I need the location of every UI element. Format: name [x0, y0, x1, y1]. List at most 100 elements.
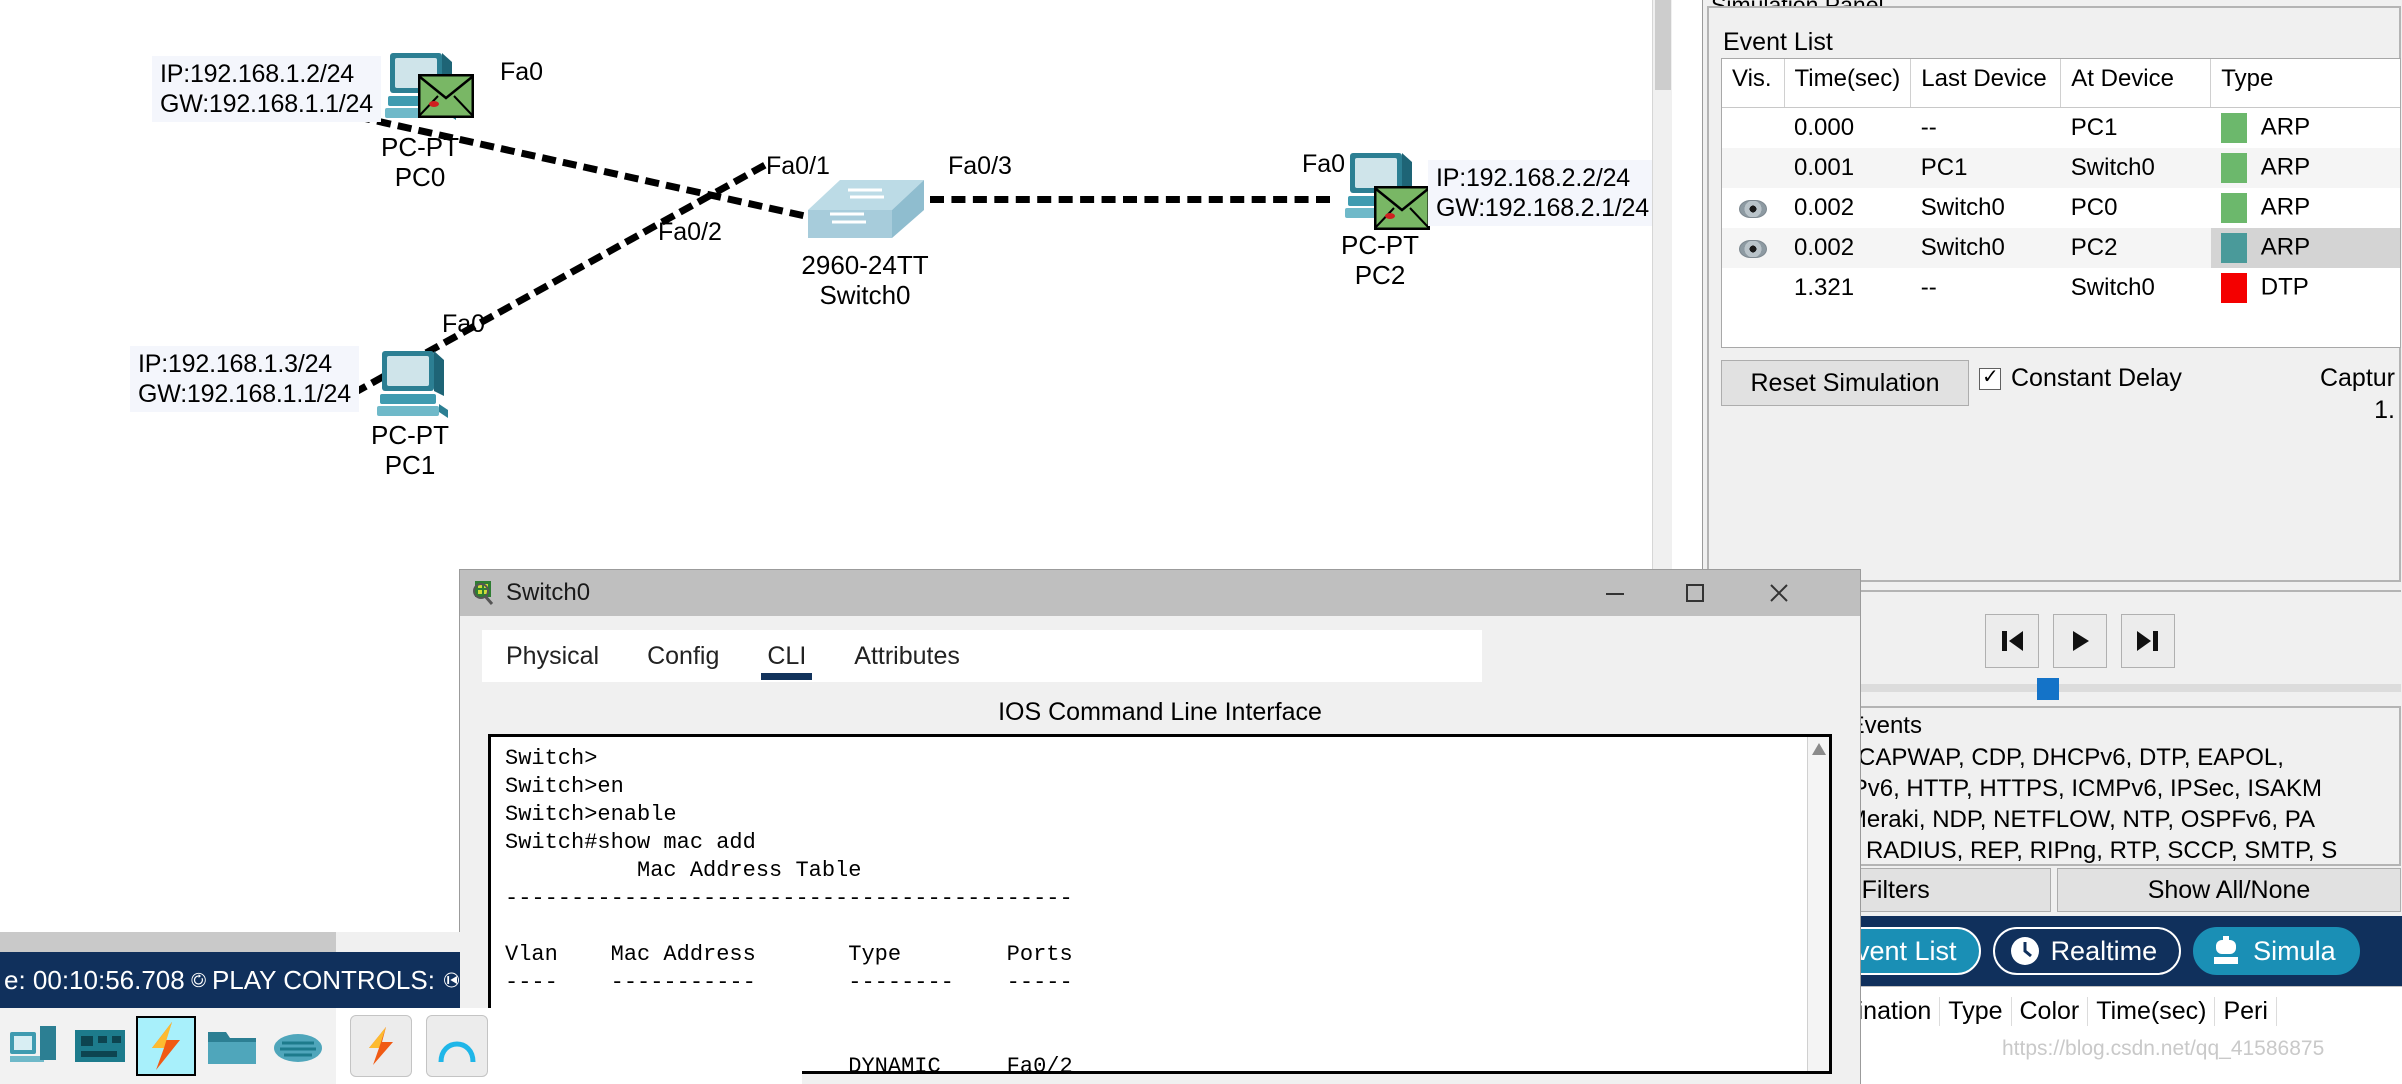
pc1-ip: IP:192.168.1.3/24: [138, 350, 332, 378]
link-switch-pc2: [930, 196, 1330, 203]
event-visibility-cell[interactable]: [1722, 268, 1784, 308]
maximize-icon: [1686, 584, 1704, 602]
speed-slider-thumb[interactable]: [2037, 678, 2059, 700]
end-devices-icon[interactable]: [6, 1018, 62, 1074]
event-time-cell: 0.002: [1794, 194, 1855, 221]
simulation-panel-frame: Event List Vis. Time(sec) Last Device At…: [1707, 6, 2401, 582]
tab-physical[interactable]: Physical: [482, 630, 623, 682]
constant-delay-checkbox[interactable]: [1979, 364, 2001, 390]
event-at-device-cell: PC0: [2070, 194, 2118, 221]
event-at-device-cell: Switch0: [2060, 148, 2211, 188]
event-type-label: ARP: [2260, 233, 2311, 261]
bottom-left-grey-strip: [0, 932, 336, 952]
simulation-mode-button[interactable]: Simula: [2193, 927, 2360, 975]
components-icon[interactable]: [72, 1018, 128, 1074]
auto-connection-button[interactable]: [350, 1015, 412, 1077]
bt-col-time[interactable]: Time(sec): [2088, 997, 2216, 1026]
connections-icon[interactable]: [136, 1016, 196, 1076]
power-cycle-icon[interactable]: [191, 955, 206, 1005]
bt-col-periodic[interactable]: Peri: [2215, 997, 2277, 1026]
pc0-label: PC-PT PC0: [360, 132, 480, 192]
switch0-label: 2960-24TT Switch0: [790, 250, 940, 310]
play-button[interactable]: [2053, 614, 2107, 668]
scroll-up-arrow-icon[interactable]: [1808, 739, 1830, 759]
event-list-header-row: Vis. Time(sec) Last Device At Device Typ…: [1722, 59, 2400, 108]
pc1-name: PC1: [384, 450, 436, 480]
reset-simulation-button[interactable]: Reset Simulation: [1721, 360, 1969, 406]
event-row[interactable]: 1.321 -- Switch0 DTP: [1722, 268, 2400, 308]
lightning-icon: [369, 1027, 393, 1065]
event-last-device-cell: Switch0: [1910, 228, 2061, 268]
col-last-device[interactable]: Last Device: [1910, 59, 2062, 108]
event-row[interactable]: 0.002 Switch0 PC0 ARP: [1722, 188, 2400, 228]
bt-col-type[interactable]: Type: [1940, 997, 2012, 1026]
event-row[interactable]: 0.002 Switch0 PC2 ARP: [1722, 228, 2400, 268]
event-visibility-cell[interactable]: [1722, 188, 1784, 228]
event-visibility-cell[interactable]: [1722, 228, 1784, 268]
event-last-device-cell: --: [1920, 274, 1937, 301]
event-visibility-cell[interactable]: [1722, 108, 1784, 149]
show-all-none-button[interactable]: Show All/None: [2057, 868, 2401, 912]
close-icon: [1770, 584, 1788, 602]
event-visibility-cell[interactable]: [1722, 148, 1784, 188]
minimize-button[interactable]: [1580, 570, 1650, 616]
pc2-port-label: Fa0: [1302, 150, 1346, 178]
event-type-cell: ARP: [2210, 228, 2400, 268]
dialog-title: Switch0: [506, 579, 591, 606]
event-type-cell: DTP: [2211, 268, 2400, 308]
col-at-device[interactable]: At Device: [2060, 59, 2212, 108]
pc0-port-label: Fa0: [500, 58, 544, 86]
connection-type-toolbar: [342, 1008, 802, 1084]
tab-cli[interactable]: CLI: [743, 630, 830, 682]
col-time[interactable]: Time(sec): [1784, 59, 1912, 108]
pc2-name: PC2: [1354, 260, 1406, 290]
simulation-controls-row: Reset Simulation Constant Delay Captur 1.: [1721, 360, 2401, 424]
forward-button[interactable]: [2121, 614, 2175, 668]
switch-port-fa03-label: Fa0/3: [948, 152, 1012, 180]
event-time-cell: 1.321: [1794, 274, 1855, 301]
console-connection-button[interactable]: [426, 1015, 488, 1077]
pc2-label: PC-PT PC2: [1320, 230, 1440, 290]
watermark-text: https://blog.csdn.net/qq_41586875: [2002, 1037, 2325, 1060]
eye-icon[interactable]: [1739, 199, 1767, 218]
realtime-button-label: Realtime: [2050, 935, 2158, 966]
capture-readout: Captur 1.: [2320, 362, 2395, 426]
col-vis[interactable]: Vis.: [1722, 59, 1785, 108]
bt-col-color[interactable]: Color: [2012, 997, 2089, 1026]
event-row[interactable]: 0.001 PC1 Switch0 ARP: [1722, 148, 2400, 188]
cli-scrollbar[interactable]: [1807, 737, 1829, 1071]
miscellaneous-icon[interactable]: [204, 1018, 260, 1074]
pc1-port-label: Fa0: [442, 310, 486, 338]
topology-scrollbar-thumb[interactable]: [1655, 0, 1671, 90]
skip-back-icon: [2002, 631, 2023, 651]
switch0-icon[interactable]: [800, 170, 930, 250]
switch0-name: Switch0: [819, 280, 911, 310]
switch0-dialog[interactable]: Switch0 Physical Config CLI Attributes I…: [460, 570, 1860, 1084]
simulation-time-label: e: 00:10:56.708: [4, 964, 185, 995]
event-time-cell: 0.002: [1784, 228, 1911, 268]
event-list-label: Event List: [1723, 28, 1833, 56]
pc1-ip-label: IP:192.168.1.3/24 GW:192.168.1.1/24: [130, 346, 359, 412]
pc0-gw: GW:192.168.1.1/24: [160, 90, 373, 118]
pc2-ip: IP:192.168.2.2/24: [1436, 164, 1630, 192]
col-type[interactable]: Type: [2210, 59, 2400, 108]
stopwatch-icon: [2214, 936, 2239, 964]
multiuser-cloud-icon[interactable]: [270, 1018, 326, 1074]
pc2-envelope-icon: [1374, 186, 1430, 230]
event-list-table-container[interactable]: Vis. Time(sec) Last Device At Device Typ…: [1721, 58, 2401, 348]
pc0-name: PC0: [394, 162, 446, 192]
constant-delay-toggle[interactable]: Constant Delay: [1979, 364, 2182, 393]
close-button[interactable]: [1744, 570, 1814, 616]
event-at-device-cell: Switch0: [2070, 274, 2155, 301]
realtime-mode-button[interactable]: Realtime: [1992, 927, 2182, 975]
maximize-button[interactable]: [1660, 570, 1730, 616]
tab-attributes[interactable]: Attributes: [830, 630, 984, 682]
back-button[interactable]: [1985, 614, 2039, 668]
event-row[interactable]: 0.000 -- PC1 ARP: [1722, 108, 2400, 149]
dialog-titlebar[interactable]: Switch0: [460, 570, 1860, 616]
pc0-type: PC-PT: [381, 132, 459, 162]
skip-back-icon[interactable]: [443, 955, 460, 1005]
play-icon: [2073, 631, 2089, 651]
eye-icon[interactable]: [1739, 239, 1767, 258]
tab-config[interactable]: Config: [623, 630, 743, 682]
